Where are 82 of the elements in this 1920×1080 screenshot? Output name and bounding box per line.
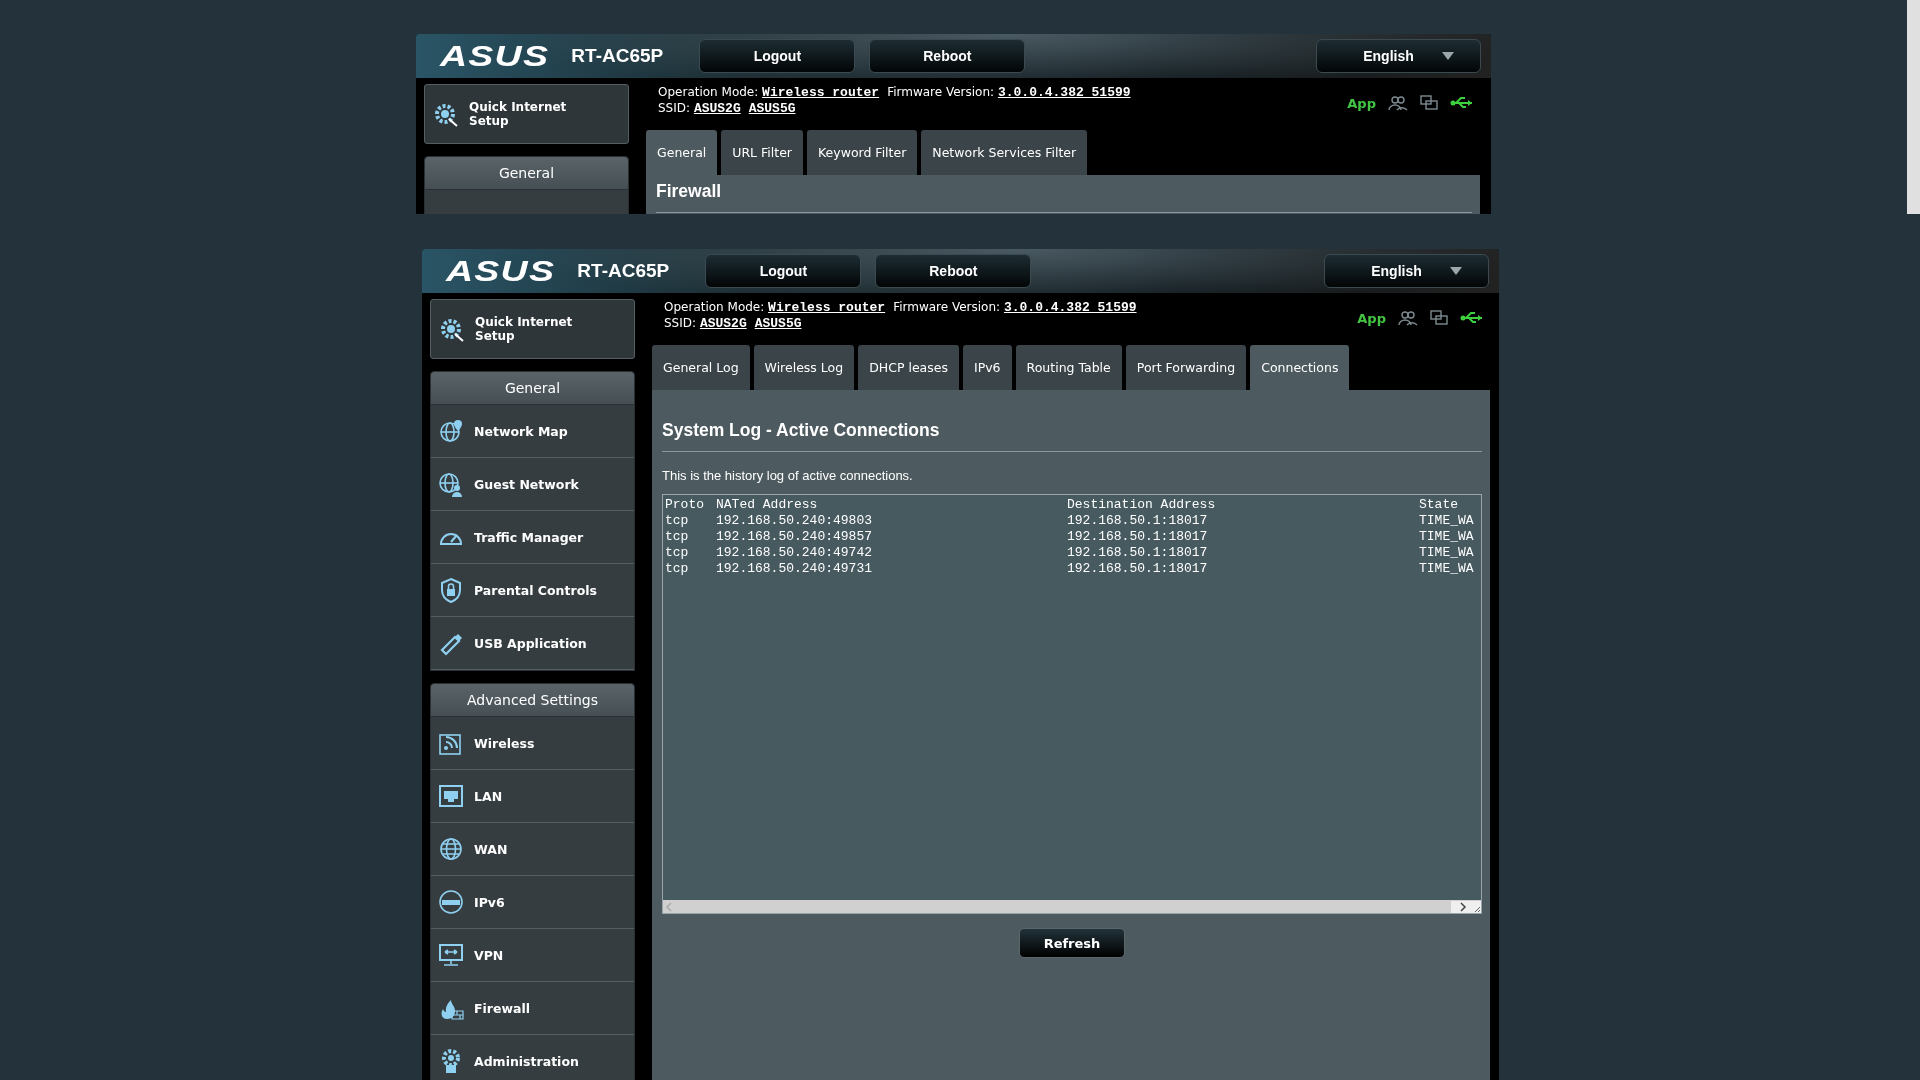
- brand-logo: ASUS: [440, 39, 550, 73]
- gear-icon: [439, 316, 465, 342]
- header-button[interactable]: Reboot: [875, 254, 1032, 288]
- description-text: This is the history log of active connections.: [662, 468, 914, 483]
- log-cell: TIME_WA: [1419, 513, 1474, 529]
- log-cell: TIME_WA: [1419, 545, 1474, 561]
- field-label: Operation Mode:: [664, 300, 766, 314]
- app-link[interactable]: App: [1347, 95, 1376, 111]
- page-title: System Log - Active Connections: [662, 420, 1482, 452]
- field-label: Firmware Version:: [893, 300, 1002, 314]
- mode-link[interactable]: Wireless router: [768, 300, 886, 315]
- model-name: RT-AC65P: [577, 260, 671, 282]
- header-button[interactable]: Logout: [705, 254, 862, 288]
- users-icon[interactable]: [1388, 95, 1408, 111]
- quick-setup-button[interactable]: Quick Internet Setup: [424, 84, 629, 144]
- log-cell-text: 192.168.50.1:18017: [1067, 513, 1209, 529]
- tab[interactable]: Routing Table: [1015, 345, 1122, 390]
- brand-logo: ASUS: [446, 254, 556, 288]
- column-header: NATed Address: [716, 497, 819, 513]
- field-label: SSID:: [658, 101, 692, 115]
- log-cell-text: tcp: [665, 529, 690, 545]
- field-label: SSID:: [664, 316, 698, 330]
- log-cell-text: tcp: [665, 561, 690, 577]
- section-heading: General: [425, 157, 628, 190]
- field-label: Firmware Version:: [887, 85, 996, 99]
- quick-setup-button[interactable]: Quick Internet Setup: [430, 299, 635, 359]
- language-dropdown[interactable]: English: [1324, 254, 1489, 288]
- ssid-link[interactable]: ASUS5G: [754, 316, 802, 331]
- monitor-icon: [438, 942, 464, 968]
- log-cell-text: 192.168.50.240:49803: [716, 513, 874, 529]
- ssid-link[interactable]: ASUS5G: [748, 101, 796, 116]
- firmware-link[interactable]: 3.0.0.4.382_51599: [1003, 300, 1137, 315]
- caret-icon: [1449, 267, 1462, 275]
- model-name: RT-AC65P: [571, 45, 665, 67]
- gear-icon: [433, 101, 459, 127]
- log-cell-text: 192.168.50.240:49742: [716, 545, 874, 561]
- caret-icon: [1441, 52, 1454, 60]
- tab[interactable]: General Log: [652, 345, 750, 390]
- log-cell-text: 192.168.50.240:49731: [716, 561, 874, 577]
- tab[interactable]: Port Forwarding: [1125, 345, 1247, 390]
- log-cell: TIME_WA: [1419, 561, 1474, 577]
- section-heading: General: [431, 372, 634, 405]
- tab[interactable]: Wireless Log: [753, 345, 855, 390]
- tab[interactable]: DHCP leases: [858, 345, 959, 390]
- usb-icon[interactable]: [1450, 96, 1474, 110]
- usb-icon[interactable]: [1460, 311, 1484, 325]
- column-header: Proto: [665, 497, 705, 513]
- section-heading: Advanced Settings: [431, 684, 634, 717]
- header-button[interactable]: Reboot: [869, 39, 1026, 73]
- log-cell: TIME_WA: [1419, 529, 1474, 545]
- tab[interactable]: Network Services Filter: [921, 130, 1088, 175]
- log-cell-text: 192.168.50.1:18017: [1067, 545, 1209, 561]
- ethernet-port-icon: [438, 783, 464, 809]
- ssid-link[interactable]: ASUS2G: [699, 316, 747, 331]
- tab[interactable]: IPv6: [963, 345, 1012, 390]
- log-cell-text: 192.168.50.1:18017: [1067, 561, 1209, 577]
- log-cell-text: tcp: [665, 513, 690, 529]
- page-title: Firewall: [656, 181, 1472, 213]
- horizontal-scrollbar[interactable]: [663, 900, 1481, 913]
- tab[interactable]: URL Filter: [721, 130, 803, 175]
- users-icon[interactable]: [1398, 310, 1418, 326]
- log-cell-text: tcp: [665, 545, 690, 561]
- vertical-scrollbar[interactable]: [1907, 0, 1920, 214]
- tab[interactable]: Keyword Filter: [807, 130, 918, 175]
- shield-lock-icon: [438, 577, 464, 603]
- app-link[interactable]: App: [1357, 310, 1386, 326]
- firmware-link[interactable]: 3.0.0.4.382_51599: [997, 85, 1131, 100]
- tab[interactable]: General: [646, 130, 718, 175]
- tab[interactable]: Connections: [1250, 345, 1350, 390]
- windows-icon[interactable]: [1420, 95, 1438, 111]
- refresh-button[interactable]: Refresh: [1019, 928, 1125, 958]
- log-cell-text: 192.168.50.1:18017: [1067, 529, 1209, 545]
- log-cell-text: 192.168.50.240:49857: [716, 529, 874, 545]
- column-header: State: [1419, 497, 1459, 513]
- mode-link[interactable]: Wireless router: [762, 85, 880, 100]
- ssid-link[interactable]: ASUS2G: [693, 101, 741, 116]
- column-header: Destination Address: [1067, 497, 1217, 513]
- language-dropdown[interactable]: English: [1316, 39, 1481, 73]
- field-label: Operation Mode:: [658, 85, 760, 99]
- log-text-area[interactable]: [662, 494, 1482, 914]
- header-button[interactable]: Logout: [699, 39, 856, 73]
- windows-icon[interactable]: [1430, 310, 1448, 326]
